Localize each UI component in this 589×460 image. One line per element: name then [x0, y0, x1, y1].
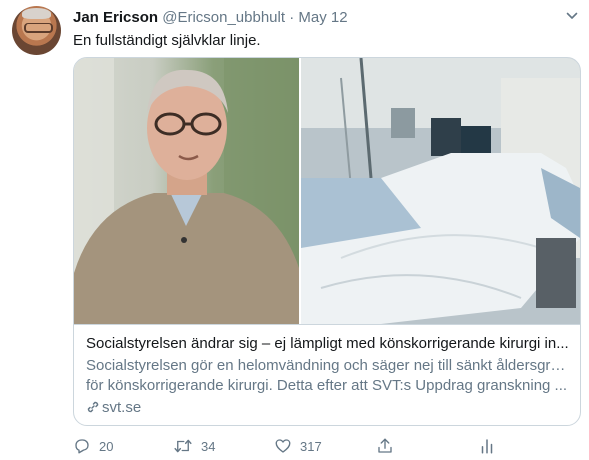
- retweet-button[interactable]: 34: [173, 434, 215, 458]
- share-icon: [378, 438, 392, 453]
- retweet-icon: [174, 439, 192, 453]
- retweet-count: 34: [201, 438, 216, 454]
- like-count: 317: [300, 438, 322, 454]
- card-domain-text: svt.se: [102, 399, 142, 416]
- tweet[interactable]: Jan Ericson @Ericson_ubbhult · May 12 En…: [0, 0, 589, 460]
- like-button[interactable]: 317: [274, 434, 322, 458]
- analytics-button[interactable]: [478, 434, 504, 458]
- reply-icon: [75, 439, 89, 454]
- avatar[interactable]: [12, 6, 61, 55]
- chevron-down-icon[interactable]: [566, 10, 578, 22]
- share-button[interactable]: [376, 434, 402, 458]
- tweet-date[interactable]: May 12: [298, 9, 347, 26]
- reply-button[interactable]: 20: [73, 434, 113, 458]
- link-card[interactable]: Socialstyrelsen ändrar sig – ej lämpligt…: [73, 57, 581, 426]
- person-illustration: [74, 58, 299, 324]
- card-image-operating-room: [301, 58, 580, 324]
- card-domain: svt.se: [86, 399, 141, 416]
- author-handle[interactable]: @Ericson_ubbhult: [162, 9, 285, 26]
- tweet-actions: 20 34 317: [73, 434, 579, 458]
- card-description-line-1: Socialstyrelsen gör en helomvändning och…: [86, 357, 570, 374]
- tweet-text: En fullständigt självklar linje.: [73, 32, 261, 49]
- link-icon: [87, 401, 99, 413]
- avatar-glasses: [24, 23, 53, 33]
- operating-room-illustration: [301, 58, 580, 324]
- author-name[interactable]: Jan Ericson: [73, 9, 158, 26]
- tweet-header: Jan Ericson @Ericson_ubbhult · May 12: [73, 9, 348, 26]
- analytics-icon: [481, 439, 493, 454]
- header-separator: ·: [289, 9, 295, 26]
- card-image-person: [74, 58, 299, 324]
- card-title: Socialstyrelsen ändrar sig – ej lämpligt…: [86, 335, 569, 352]
- card-description: Socialstyrelsen gör en helomvändning och…: [86, 356, 570, 396]
- avatar-hair: [22, 8, 51, 19]
- card-separator: [74, 324, 580, 325]
- reply-count: 20: [99, 438, 114, 454]
- heart-icon: [275, 439, 291, 453]
- card-description-line-2: för könskorrigerande kirurgi. Detta efte…: [86, 377, 568, 394]
